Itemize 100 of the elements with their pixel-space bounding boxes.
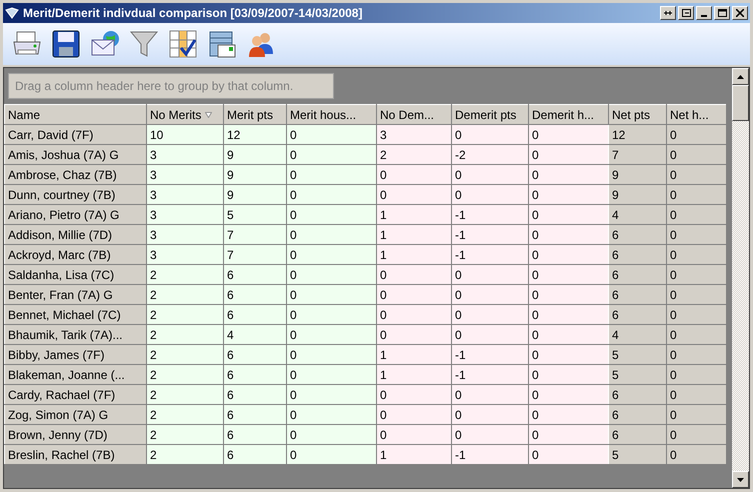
table-cell: 0 — [286, 124, 376, 144]
table-cell: 0 — [452, 164, 528, 184]
table-cell: 0 — [452, 124, 528, 144]
table-cell: 1 — [376, 204, 452, 224]
table-cell: 12 — [224, 124, 286, 144]
table-cell: 0 — [286, 144, 376, 164]
table-cell: 0 — [376, 324, 452, 344]
maximize-icon — [718, 9, 726, 17]
table-cell: -1 — [452, 244, 528, 264]
table-cell: 6 — [608, 284, 666, 304]
table-cell: 0 — [286, 284, 376, 304]
table-cell: 1 — [376, 364, 452, 384]
app-icon — [5, 7, 19, 19]
column-header[interactable]: Merit hous... — [286, 104, 376, 124]
pin-button[interactable] — [660, 6, 676, 20]
table-cell: 6 — [224, 364, 286, 384]
table-cell: 0 — [452, 424, 528, 444]
table-cell: 9 — [608, 164, 666, 184]
table-cell: 2 — [146, 424, 224, 444]
table-cell: 0 — [666, 184, 726, 204]
table-cell: 0 — [528, 264, 608, 284]
table-cell: 0 — [286, 424, 376, 444]
table-cell: 0 — [666, 264, 726, 284]
window-icon — [682, 9, 690, 17]
column-header[interactable]: Name — [4, 104, 146, 124]
floppy-disk-icon[interactable] — [50, 28, 82, 60]
table-cell: 3 — [146, 164, 224, 184]
scroll-up-button[interactable] — [732, 68, 749, 85]
table-cell: 0 — [666, 164, 726, 184]
row-header-cell: Ariano, Pietro (7A) G — [4, 204, 146, 224]
column-header[interactable]: Demerit h... — [528, 104, 608, 124]
table-cell: 2 — [146, 344, 224, 364]
column-header[interactable]: Net h... — [666, 104, 726, 124]
table-cell: 2 — [146, 404, 224, 424]
table-cell: 0 — [666, 244, 726, 264]
table-cell: 0 — [528, 384, 608, 404]
column-header[interactable]: No Merits — [146, 104, 224, 124]
dock-button[interactable] — [678, 6, 694, 20]
table-cell: 12 — [608, 124, 666, 144]
grid-check-icon[interactable] — [167, 28, 199, 60]
table-cell: 2 — [146, 324, 224, 344]
table-cell: 0 — [452, 304, 528, 324]
minimize-button[interactable] — [696, 6, 712, 20]
table-cell: 0 — [528, 124, 608, 144]
close-button[interactable] — [732, 6, 748, 20]
row-header-cell: Bennet, Michael (7C) — [4, 304, 146, 324]
table-cell: 0 — [528, 144, 608, 164]
table-cell: 0 — [452, 404, 528, 424]
table-cell: 0 — [286, 384, 376, 404]
table-cell: -1 — [452, 344, 528, 364]
table-cell: 0 — [666, 124, 726, 144]
row-header-cell: Bibby, James (7F) — [4, 344, 146, 364]
row-header-cell: Amis, Joshua (7A) G — [4, 144, 146, 164]
scroll-down-button[interactable] — [732, 471, 749, 488]
table-cell: -1 — [452, 204, 528, 224]
table-cell: 6 — [224, 304, 286, 324]
scrollbar[interactable] — [732, 68, 749, 488]
table-cell: 6 — [224, 424, 286, 444]
pin-icon — [664, 9, 672, 17]
table-cell: 0 — [528, 184, 608, 204]
row-header-cell: Ackroyd, Marc (7B) — [4, 244, 146, 264]
table-cell: 0 — [666, 384, 726, 404]
row-header-cell: Blakeman, Joanne (... — [4, 364, 146, 384]
table-cell: -1 — [452, 224, 528, 244]
table-cell: 9 — [224, 144, 286, 164]
table-cell: 5 — [224, 204, 286, 224]
table-cell: -1 — [452, 444, 528, 464]
table-cell: 0 — [528, 304, 608, 324]
table-cell: 0 — [666, 404, 726, 424]
table-cell: 6 — [224, 404, 286, 424]
column-header[interactable]: Merit pts — [224, 104, 286, 124]
column-header[interactable]: Demerit pts — [452, 104, 528, 124]
column-header[interactable]: Net pts — [608, 104, 666, 124]
table-cell: 9 — [608, 184, 666, 204]
table-cell: 7 — [224, 224, 286, 244]
table-cell: 3 — [376, 124, 452, 144]
scroll-thumb[interactable] — [732, 85, 749, 121]
table-cell: 2 — [376, 144, 452, 164]
table-cell: 1 — [376, 444, 452, 464]
table-cell: 6 — [608, 384, 666, 404]
table-cell: -1 — [452, 364, 528, 384]
table-cell: 0 — [528, 404, 608, 424]
table-cell: 2 — [146, 264, 224, 284]
table-cell: 0 — [376, 304, 452, 324]
table-cell: 0 — [452, 264, 528, 284]
row-header-cell: Addison, Millie (7D) — [4, 224, 146, 244]
table-cell: 0 — [376, 404, 452, 424]
table-cell: 7 — [224, 244, 286, 264]
table-cell: 3 — [146, 224, 224, 244]
table-cell: 5 — [608, 364, 666, 384]
table-cell: 0 — [376, 184, 452, 204]
table-cell: 2 — [146, 304, 224, 324]
down-arrow-icon — [737, 478, 744, 482]
column-header[interactable]: No Dem... — [376, 104, 452, 124]
maximize-button[interactable] — [714, 6, 730, 20]
table-cell: 0 — [528, 444, 608, 464]
row-header-cell: Dunn, courtney (7B) — [4, 184, 146, 204]
table-cell: 0 — [286, 204, 376, 224]
table-cell: 0 — [286, 164, 376, 184]
table-cell: 0 — [286, 324, 376, 344]
